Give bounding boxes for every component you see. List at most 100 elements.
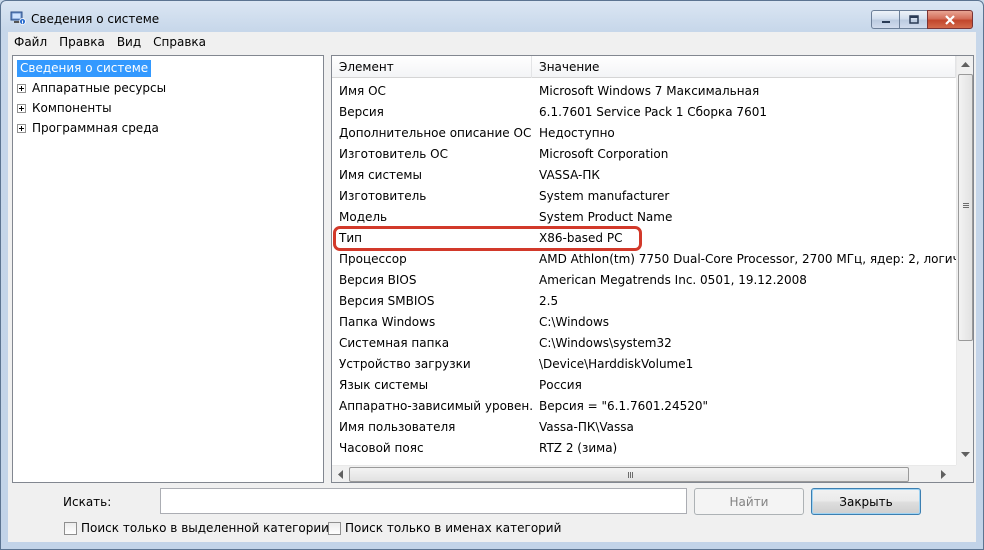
title-bar[interactable]: Сведения о системе (1, 1, 983, 33)
scroll-left-icon[interactable] (338, 470, 344, 479)
cell-item: Имя пользователя (339, 419, 456, 434)
table-row[interactable]: Имя пользователя Vassa-ПК\Vassa (332, 416, 956, 437)
table-row[interactable]: Аппаратно-зависимый уровен... Версия = "6… (332, 395, 956, 416)
tree-item-components[interactable]: Компоненты (17, 99, 112, 117)
cell-item: Язык системы (339, 377, 429, 392)
close-icon (945, 14, 955, 25)
menu-help[interactable]: Справка (147, 35, 212, 49)
cell-item: Имя системы (339, 167, 422, 182)
cell-item: Аппаратно-зависимый уровен... (339, 398, 532, 413)
column-header-item[interactable]: Элемент (332, 56, 532, 78)
cell-value: \Device\HarddiskVolume1 (539, 356, 694, 371)
tree-item-hardware-resources[interactable]: Аппаратные ресурсы (17, 79, 166, 97)
menu-edit[interactable]: Правка (53, 35, 111, 49)
tree-item-label: Компоненты (32, 101, 112, 115)
table-row[interactable]: Язык системы Россия (332, 374, 956, 395)
scroll-down-icon[interactable] (961, 452, 970, 458)
expand-plus-icon[interactable] (17, 83, 26, 93)
cell-value: C:\Windows\system32 (539, 335, 672, 350)
tree-item-system-summary[interactable]: Сведения о системе (17, 59, 152, 77)
tree-item-label: Аппаратные ресурсы (32, 81, 167, 95)
close-window-button[interactable] (927, 10, 973, 29)
scroll-up-icon[interactable] (961, 62, 970, 68)
category-tree[interactable]: Сведения о системе Аппаратные ресурсы Ко… (12, 55, 324, 483)
maximize-button[interactable] (899, 10, 927, 29)
cell-value: Россия (539, 377, 582, 392)
menu-file[interactable]: Файл (8, 35, 53, 49)
close-button[interactable]: Закрыть (811, 488, 921, 515)
table-row[interactable]: Модель System Product Name (332, 206, 956, 227)
expand-plus-icon[interactable] (17, 123, 26, 133)
menu-bar: Файл Правка Вид Справка (8, 32, 976, 52)
list-header: Элемент Значение (332, 56, 956, 78)
cell-value: System manufacturer (539, 188, 670, 203)
table-row[interactable]: Изготовитель System manufacturer (332, 185, 956, 206)
horizontal-scroll-thumb[interactable] (349, 467, 909, 482)
cell-item: Изготовитель (339, 188, 427, 203)
maximize-icon (908, 15, 919, 24)
cell-value: C:\Windows (539, 314, 610, 329)
vertical-scroll-thumb[interactable] (958, 74, 973, 341)
cell-value: 6.1.7601 Service Pack 1 Сборка 7601 (539, 104, 767, 119)
cell-value: Microsoft Corporation (539, 146, 669, 161)
cell-value: AMD Athlon(tm) 7750 Dual-Core Processor,… (539, 251, 956, 266)
cell-value: Microsoft Windows 7 Максимальная (539, 83, 760, 98)
search-category-names-option[interactable]: Поиск только в именах категорий (328, 521, 561, 535)
window-title: Сведения о системе (31, 12, 160, 26)
table-row[interactable]: Имя ОС Microsoft Windows 7 Максимальная (332, 80, 956, 101)
cell-item: Часовой пояс (339, 440, 424, 455)
checkbox[interactable] (64, 521, 77, 535)
table-row[interactable]: Часовой пояс RTZ 2 (зима) (332, 437, 956, 458)
window-controls (871, 10, 973, 30)
search-selected-category-option[interactable]: Поиск только в выделенной категории (64, 521, 329, 535)
table-row[interactable]: Версия SMBIOS 2.5 (332, 290, 956, 311)
cell-item: Имя ОС (339, 83, 386, 98)
table-row[interactable]: Имя системы VASSA-ПК (332, 164, 956, 185)
cell-value: Версия = "6.1.7601.24520" (539, 398, 708, 413)
client-area: Сведения о системе Аппаратные ресурсы Ко… (8, 52, 976, 542)
find-button[interactable]: Найти (694, 488, 804, 515)
table-row[interactable]: Дополнительное описание ОС Недоступно (332, 122, 956, 143)
cell-item: Версия BIOS (339, 272, 417, 287)
expand-plus-icon[interactable] (17, 103, 26, 113)
cell-value: VASSA-ПК (539, 167, 600, 182)
minimize-button[interactable] (871, 10, 899, 29)
table-row[interactable]: Устройство загрузки \Device\HarddiskVolum… (332, 353, 956, 374)
msinfo-window: Сведения о системе Файл Правка Вид Справ… (0, 0, 984, 550)
checkbox[interactable] (328, 521, 341, 535)
table-row[interactable]: Тип X86-based PC (332, 227, 956, 248)
tree-item-label: Сведения о системе (17, 59, 152, 77)
table-row[interactable]: Изготовитель ОС Microsoft Corporation (332, 143, 956, 164)
scroll-corner (956, 465, 973, 482)
details-list[interactable]: Элемент Значение Имя ОС Microsoft Windows… (331, 55, 974, 483)
cell-value: Недоступно (539, 125, 615, 140)
tree-item-label: Программная среда (32, 121, 159, 135)
table-row[interactable]: Версия BIOS American Megatrends Inc. 0501… (332, 269, 956, 290)
cell-value: American Megatrends Inc. 0501, 19.12.200… (539, 272, 807, 287)
horizontal-scrollbar[interactable] (332, 465, 956, 482)
table-row[interactable]: Системная папка C:\Windows\system32 (332, 332, 956, 353)
cell-item: Модель (339, 209, 388, 224)
system-info-icon (10, 11, 26, 25)
cell-item: Версия SMBIOS (339, 293, 435, 308)
cell-item: Изготовитель ОС (339, 146, 448, 161)
search-label: Искать: (63, 495, 112, 509)
cell-value: Vassa-ПК\Vassa (539, 419, 634, 434)
table-row[interactable]: Процессор AMD Athlon(tm) 7750 Dual-Core P… (332, 248, 956, 269)
list-rows: Имя ОС Microsoft Windows 7 Максимальная Ве… (332, 80, 956, 458)
cell-value: System Product Name (539, 209, 673, 224)
table-row[interactable]: Папка Windows C:\Windows (332, 311, 956, 332)
column-header-value[interactable]: Значение (532, 56, 956, 78)
cell-item: Папка Windows (339, 314, 436, 329)
vertical-scrollbar[interactable] (956, 56, 973, 465)
table-row[interactable]: Версия 6.1.7601 Service Pack 1 Сборка 760… (332, 101, 956, 122)
tree-item-software-environment[interactable]: Программная среда (17, 119, 159, 137)
scroll-right-icon[interactable] (941, 470, 947, 479)
cell-item: Системная папка (339, 335, 450, 350)
checkbox-label: Поиск только в выделенной категории (81, 521, 329, 535)
cell-item: Устройство загрузки (339, 356, 471, 371)
cell-value: X86-based PC (539, 230, 623, 245)
cell-item: Тип (339, 230, 362, 245)
menu-view[interactable]: Вид (111, 35, 147, 49)
search-input[interactable] (160, 488, 687, 514)
